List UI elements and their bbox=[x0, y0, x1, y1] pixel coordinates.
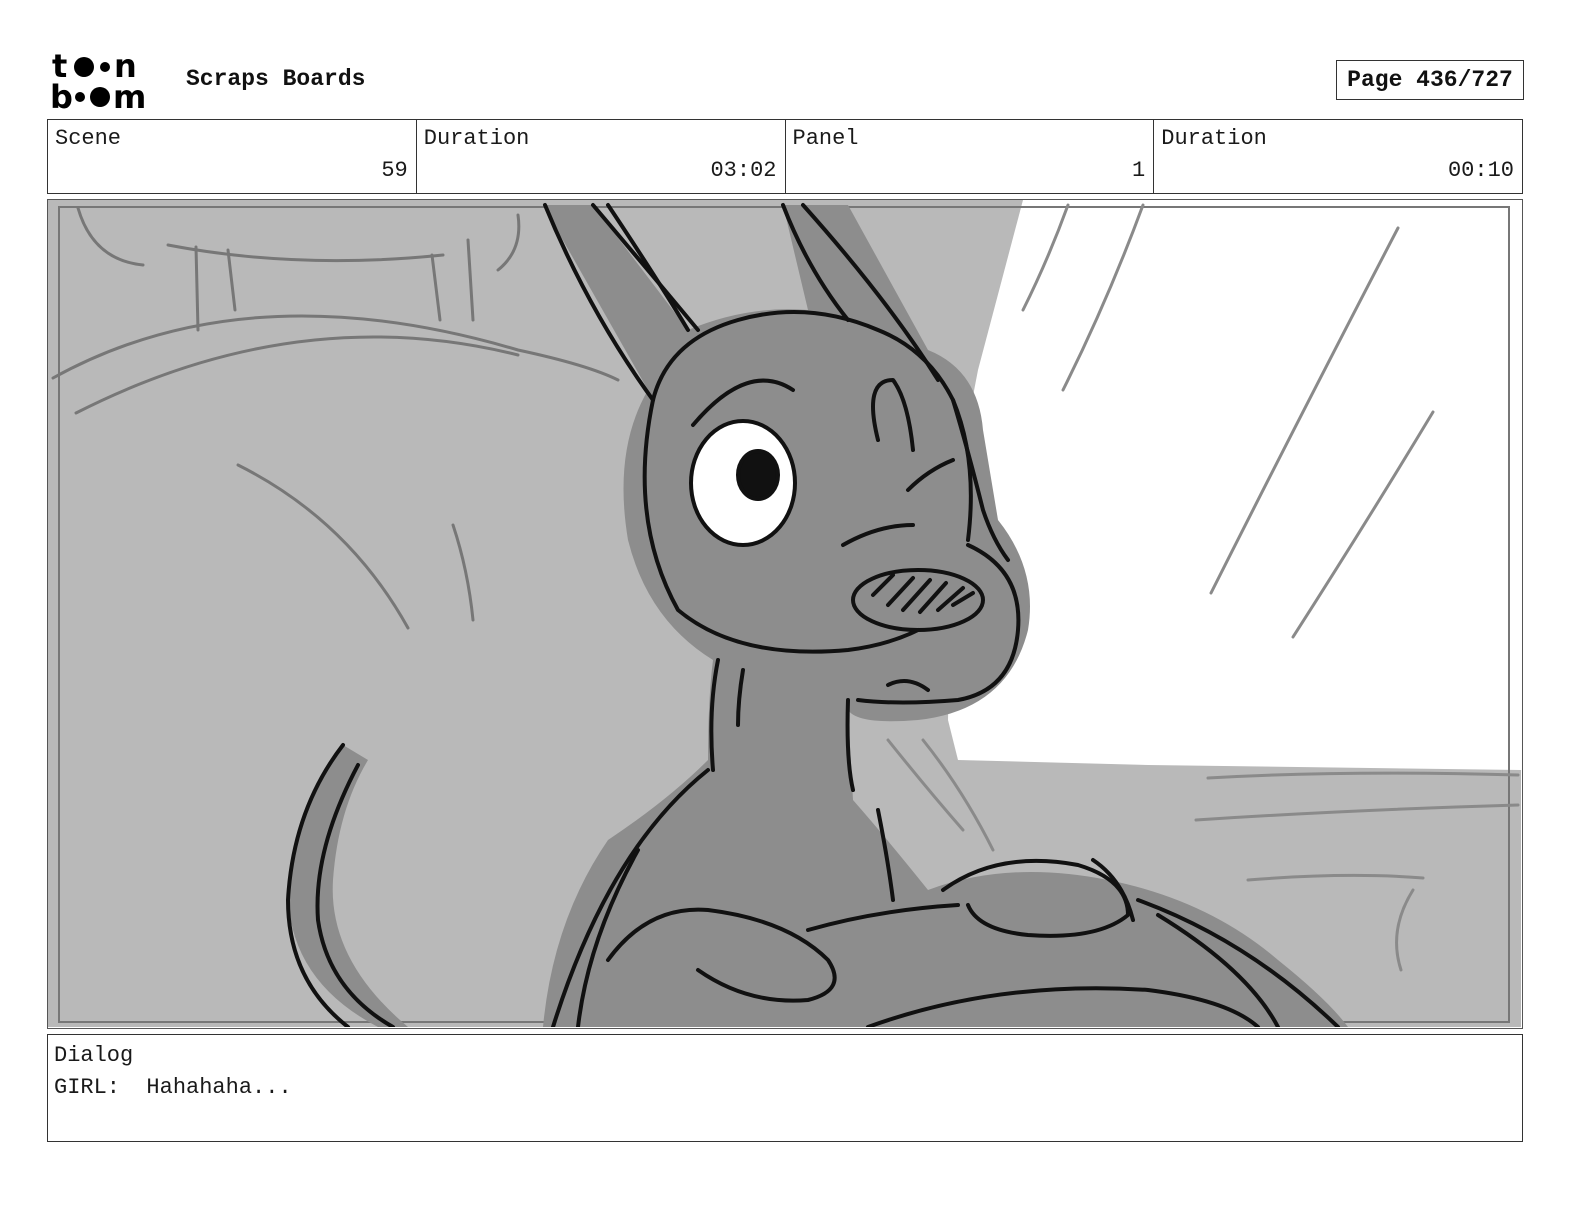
board-title: Scraps Boards bbox=[186, 66, 366, 92]
scene-duration-value: 03:02 bbox=[710, 158, 777, 183]
panel-duration-value: 00:10 bbox=[1447, 158, 1514, 183]
dialog-label: Dialog bbox=[54, 1043, 134, 1068]
dialog-line: GIRL: Hahahaha... bbox=[54, 1075, 292, 1100]
scene-duration-cell: Duration 03:02 bbox=[417, 120, 786, 193]
panel-cell: Panel 1 bbox=[786, 120, 1155, 193]
toon-boom-logo-mark: t n b m bbox=[50, 47, 146, 116]
page-indicator: Page 436/727 bbox=[1336, 60, 1524, 100]
scene-cell: Scene 59 bbox=[48, 120, 417, 193]
panel-label: Panel bbox=[792, 126, 859, 151]
scene-duration-label: Duration bbox=[423, 126, 530, 151]
storyboard-panel bbox=[47, 199, 1523, 1029]
svg-text:b: b bbox=[50, 78, 73, 112]
scene-label: Scene bbox=[55, 126, 122, 151]
dialog-box: Dialog GIRL: Hahahaha... bbox=[47, 1034, 1523, 1142]
storyboard-sketch-image bbox=[48, 200, 1521, 1027]
panel-value: 1 bbox=[1132, 158, 1146, 183]
toon-boom-logo: t n b m bbox=[50, 47, 166, 116]
scene-value: 59 bbox=[381, 158, 408, 183]
dialog-text: Hahahaha... bbox=[146, 1075, 292, 1100]
panel-duration-cell: Duration 00:10 bbox=[1154, 120, 1522, 193]
panel-duration-label: Duration bbox=[1161, 126, 1267, 151]
dialog-speaker: GIRL: bbox=[54, 1075, 121, 1100]
svg-text:m: m bbox=[113, 78, 146, 112]
scene-info-row: Scene 59 Duration 03:02 Panel 1 Duration… bbox=[47, 119, 1523, 194]
